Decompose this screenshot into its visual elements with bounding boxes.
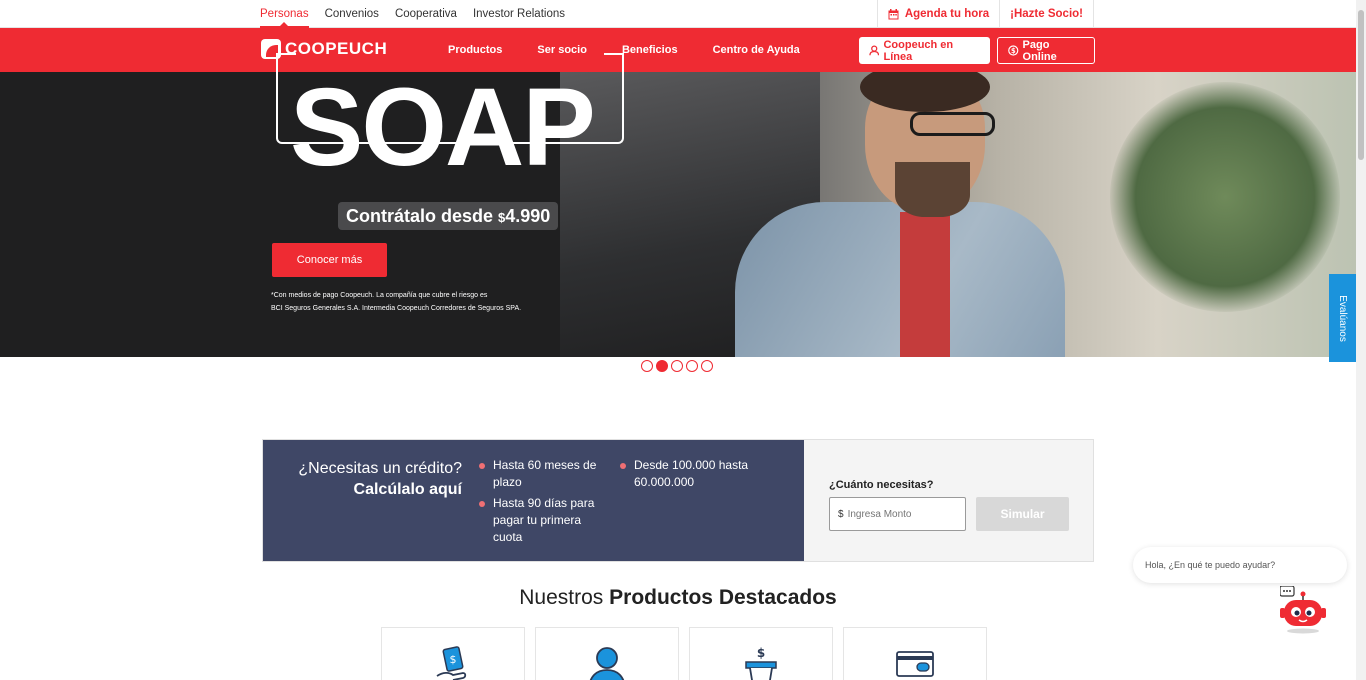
page-scrollbar[interactable] (1356, 0, 1366, 680)
hero-title: SOAP (290, 66, 596, 189)
carousel-dot[interactable] (701, 360, 713, 372)
product-card[interactable] (535, 627, 679, 680)
carousel-dot[interactable] (671, 360, 683, 372)
evaluanos-label: Evalúanos (1337, 294, 1349, 342)
products-title-light: Nuestros (519, 586, 610, 609)
amount-label: ¿Cuánto necesitas? (829, 479, 934, 491)
hero-photo-person (735, 72, 1075, 357)
product-card[interactable]: $ (689, 627, 833, 680)
segment-link-convenios[interactable]: Convenios (325, 0, 379, 28)
amount-input[interactable] (847, 508, 958, 520)
segment-links: Personas Convenios Cooperativa Investor … (260, 0, 565, 28)
simular-button[interactable]: Simular (976, 497, 1069, 531)
credit-range: Desde 100.000 hasta 60.000.000 (620, 457, 760, 491)
hero-price-text: Contrátalo desde (346, 206, 499, 226)
agenda-hora-label: Agenda tu hora (904, 8, 990, 20)
pago-online-button[interactable]: $ Pago Online (997, 37, 1095, 64)
carousel-dot[interactable] (641, 360, 653, 372)
hero-price-pill: Contrátalo desde $4.990 (338, 202, 559, 230)
calendar-icon (888, 8, 899, 19)
scrollbar-thumb[interactable] (1358, 10, 1364, 160)
piggy-cup-icon: $ (745, 646, 777, 680)
chat-greeting-bubble[interactable]: Hola, ¿En qué te puedo ayudar? (1133, 547, 1347, 583)
chatbot-robot-icon[interactable] (1280, 586, 1326, 634)
utility-bar: Personas Convenios Cooperativa Investor … (0, 0, 1356, 28)
segment-link-investor-relations[interactable]: Investor Relations (473, 0, 565, 28)
user-icon (589, 647, 625, 680)
product-card[interactable]: $ (381, 627, 525, 680)
coopeuch-en-linea-button[interactable]: Coopeuch en Línea (859, 37, 990, 64)
conocer-mas-button[interactable]: Conocer más (272, 243, 387, 277)
credit-simulator: ¿Necesitas un crédito? Calcúlalo aquí Ha… (262, 439, 1094, 562)
credit-question: ¿Necesitas un crédito? (298, 460, 462, 477)
pago-online-label: Pago Online (1022, 38, 1057, 63)
hero-disclaimer-line: BCI Seguros Generales S.A. Intermedia Co… (271, 305, 522, 312)
product-card[interactable] (843, 627, 987, 680)
evaluanos-tab[interactable]: Evalúanos (1329, 274, 1356, 362)
svg-text:$: $ (450, 653, 457, 666)
coopeuch-en-linea-label: Coopeuch en Línea (883, 38, 954, 63)
credit-benefit: Hasta 60 meses de plazo (479, 457, 609, 491)
nav-centro-ayuda[interactable]: Centro de Ayuda (713, 44, 800, 56)
segment-link-personas[interactable]: Personas (260, 0, 309, 28)
credit-cta-text: Calcúlalo aquí (353, 481, 462, 498)
hero-banner (0, 72, 1356, 357)
svg-text:$: $ (1011, 47, 1016, 55)
nav-action-buttons: Coopeuch en Línea $ Pago Online (859, 37, 1095, 64)
credit-card-icon (896, 651, 934, 677)
credit-info-panel: ¿Necesitas un crédito? Calcúlalo aquí Ha… (263, 440, 814, 561)
products-cards: $ $ (381, 627, 987, 680)
main-navbar: COOPEUCH Productos Ser socio Beneficios … (0, 28, 1356, 72)
products-title-bold: Productos Destacados (609, 586, 837, 609)
products-title: Nuestros Productos Destacados (0, 586, 1356, 610)
nav-beneficios[interactable]: Beneficios (622, 44, 678, 56)
amount-currency: $ (838, 508, 844, 520)
amount-field[interactable]: $ (829, 497, 966, 531)
agenda-hora-link[interactable]: Agenda tu hora (876, 0, 1001, 28)
carousel-dot[interactable] (686, 360, 698, 372)
credit-form-panel: ¿Cuánto necesitas? $ Simular (804, 440, 1093, 561)
money-hand-icon: $ (436, 646, 467, 680)
hero-price-value: 4.990 (505, 206, 551, 226)
hero-photo-tree (1110, 82, 1340, 312)
carousel-dots (641, 360, 713, 372)
credit-range-list: Desde 100.000 hasta 60.000.000 (620, 457, 760, 495)
utility-actions: Agenda tu hora ¡Hazte Socio! (876, 0, 1094, 28)
credit-benefits-list: Hasta 60 meses de plazo Hasta 90 días pa… (479, 457, 609, 550)
hero-disclaimer: *Con medios de pago Coopeuch. La compañí… (271, 289, 521, 315)
credit-benefit: Hasta 90 días para pagar tu primera cuot… (479, 495, 609, 546)
user-icon (869, 45, 880, 56)
carousel-dot-active[interactable] (656, 360, 668, 372)
svg-text:$: $ (757, 646, 765, 660)
dollar-circle-icon: $ (1008, 45, 1019, 56)
hero-disclaimer-line: *Con medios de pago Coopeuch. La compañí… (271, 292, 488, 299)
segment-link-cooperativa[interactable]: Cooperativa (395, 0, 457, 28)
hazte-socio-link[interactable]: ¡Hazte Socio! (1000, 0, 1094, 28)
